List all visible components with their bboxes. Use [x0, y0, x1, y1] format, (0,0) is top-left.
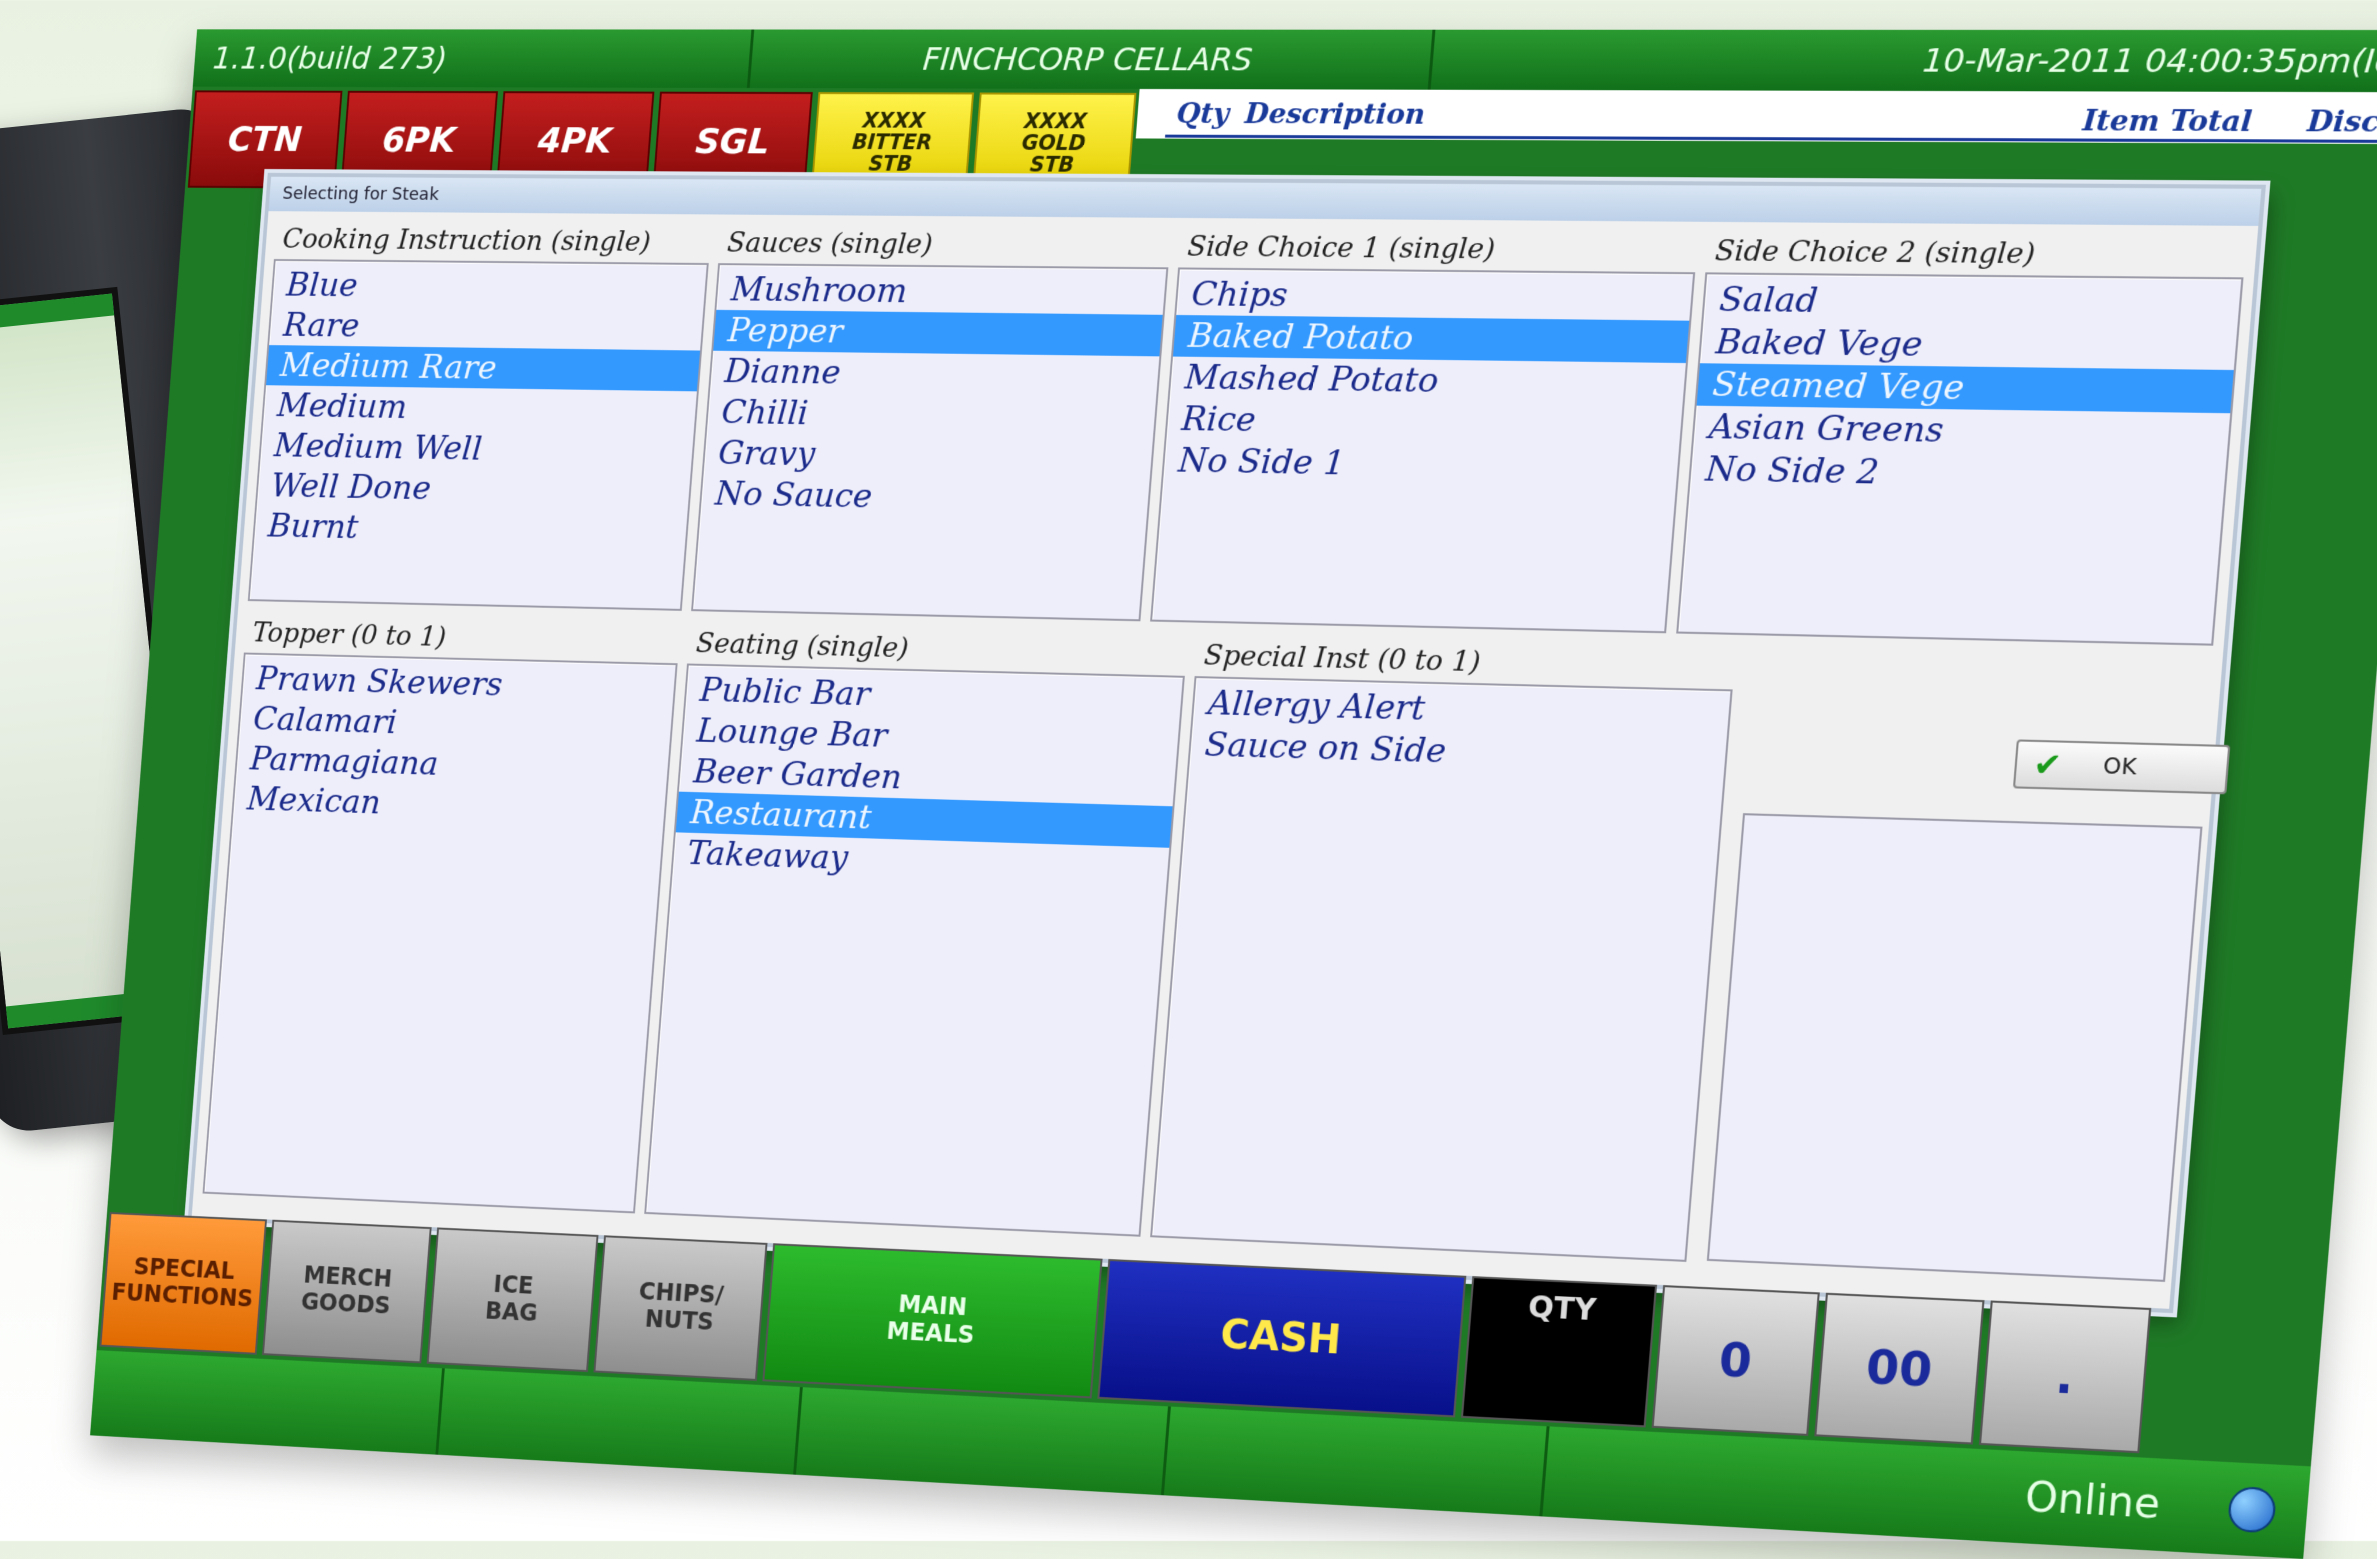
checkmark-icon: ✔ [2032, 745, 2063, 785]
group-label: Sauces (single) [718, 222, 1172, 267]
status-cell [438, 1368, 803, 1474]
button-line: BITTER [851, 131, 932, 153]
button-line: GOLD [1021, 132, 1086, 154]
button-line: BAG [484, 1298, 538, 1327]
group-label: Side Choice 1 (single) [1178, 226, 1699, 272]
status-cell [90, 1350, 445, 1455]
ok-label: OK [2102, 753, 2137, 780]
option-item[interactable]: Steamed Vege [1697, 363, 2234, 413]
button-line: XXXX [853, 110, 934, 132]
button-line: XXXX [1023, 110, 1088, 132]
ok-button[interactable]: ✔ OK [2013, 739, 2230, 794]
option-item[interactable]: Dianne [710, 351, 1159, 398]
pos-screen: 1.1.0(build 273) FINCHCORP CELLARS 10-Ma… [90, 29, 2377, 1559]
group-special-inst: Special Inst (0 to 1) Allergy Alert Sauce… [1150, 635, 1736, 1262]
button-line: ICE [486, 1272, 540, 1301]
order-list-header: Qty Description Item Total Disc [1136, 89, 2377, 144]
version-label: 1.1.0(build 273) [193, 29, 754, 88]
device-screen-titlebar [0, 293, 114, 334]
main-meals-button[interactable]: MAIN MEALS [762, 1243, 1102, 1398]
option-list: Mushroom Pepper Dianne Chilli Gravy No Sauce [691, 263, 1168, 621]
option-item[interactable]: Baked Potato [1173, 315, 1689, 363]
option-list: Public Bar Lounge Bar Beer Garden Restauran… [644, 664, 1185, 1237]
disc-column-header: Disc [2306, 104, 2377, 138]
button-line: NUTS [636, 1306, 723, 1337]
item-total-column-header: Item Total [2081, 104, 2253, 139]
option-item[interactable]: Blue [272, 265, 706, 310]
datetime-label: 10-Mar-2011 04:00:35pm(Idl [1431, 30, 2377, 93]
description-column-header: Description [1244, 97, 1427, 131]
key-decimal[interactable]: . [1979, 1300, 2151, 1453]
option-item[interactable]: Burnt [254, 506, 688, 555]
button-line: STB [1019, 154, 1084, 176]
key-00[interactable]: 00 [1814, 1293, 1984, 1445]
option-item[interactable]: Chilli [707, 392, 1156, 440]
option-item[interactable]: Mashed Potato [1170, 357, 1686, 406]
option-item[interactable]: No Sauce [701, 473, 1150, 522]
title-bar: 1.1.0(build 273) FINCHCORP CELLARS 10-Ma… [193, 29, 2377, 92]
option-item[interactable]: No Side 2 [1690, 448, 2227, 500]
option-item[interactable]: Rare [269, 305, 703, 351]
option-list: Allergy Alert Sauce on Side [1150, 676, 1733, 1262]
option-list: Chips Baked Potato Mashed Potato Rice No Sid… [1150, 267, 1695, 633]
dialog-caption: Selecting for Steak [269, 177, 2262, 226]
status-cell [1164, 1407, 1550, 1517]
option-item[interactable]: Mushroom [716, 269, 1166, 315]
option-item[interactable]: Medium Rare [266, 345, 700, 391]
modifier-dialog: Selecting for Steak Cooking Instruction … [188, 173, 2266, 1313]
qty-display: QTY [1461, 1276, 1657, 1427]
group-side-choice-2: Side Choice 2 (single) Salad Baked Vege St… [1676, 230, 2247, 646]
group-sauces: Sauces (single) Mushroom Pepper Dianne Chil… [691, 222, 1172, 621]
network-icon [2227, 1486, 2277, 1534]
online-status: Online [1955, 1470, 2230, 1532]
preview-panel [1707, 813, 2203, 1282]
chips-nuts-button[interactable]: CHIPS/ NUTS [593, 1235, 767, 1381]
button-line: GOODS [300, 1289, 391, 1320]
special-functions-button[interactable]: SPECIAL FUNCTIONS [100, 1212, 267, 1355]
option-item[interactable]: Baked Vege [1700, 321, 2237, 370]
merch-goods-button[interactable]: MERCH GOODS [262, 1220, 432, 1364]
key-0[interactable]: 0 [1652, 1285, 1820, 1436]
option-item[interactable]: Pepper [713, 310, 1162, 357]
option-item[interactable]: No Side 1 [1163, 440, 1679, 490]
option-item[interactable]: Medium [263, 385, 697, 432]
group-label: Cooking Instruction (single) [274, 219, 712, 263]
group-topper: Topper (0 to 1) Prawn Skewers Calamari Par… [203, 612, 681, 1213]
option-list: Blue Rare Medium Rare Medium Medium Well Well… [248, 259, 709, 611]
button-line: MEALS [886, 1318, 976, 1349]
store-name: FINCHCORP CELLARS [750, 30, 1436, 90]
option-item[interactable]: Salad [1703, 278, 2240, 326]
option-list: Salad Baked Vege Steamed Vege Asian Greens N… [1676, 272, 2243, 645]
option-list: Prawn Skewers Calamari Parmagiana Mexican [203, 653, 678, 1214]
button-line: STB [850, 153, 931, 175]
button-line: FUNCTIONS [110, 1280, 253, 1313]
qty-column-header: Qty [1175, 97, 1230, 130]
group-cooking-instruction: Cooking Instruction (single) Blue Rare Med… [248, 219, 712, 611]
cash-button[interactable]: CASH [1097, 1259, 1466, 1417]
option-item[interactable]: Chips [1176, 273, 1692, 320]
group-label: Side Choice 2 (single) [1705, 230, 2247, 277]
status-cell [796, 1387, 1171, 1495]
ice-bag-button[interactable]: ICE BAG [427, 1227, 599, 1372]
group-side-choice-1: Side Choice 1 (single) Chips Baked Potato… [1150, 226, 1699, 633]
group-seating: Seating (single) Public Bar Lounge Bar Bee… [644, 623, 1188, 1237]
